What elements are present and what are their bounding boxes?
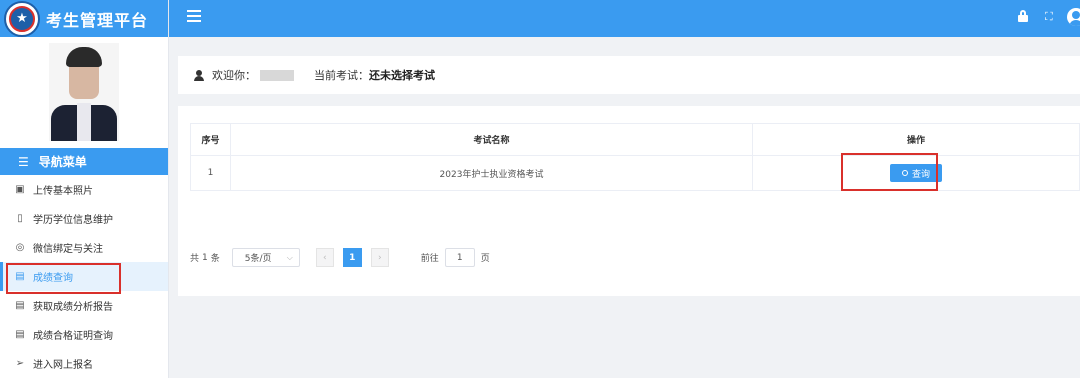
fullscreen-icon[interactable]: ⛶ (1045, 10, 1053, 24)
page-size-value: 5条/页 (244, 254, 272, 264)
sidebar-item-label: 获取成绩分析报告 (33, 302, 113, 313)
chevron-left-icon: ‹ (322, 252, 327, 263)
highlight-box-nav (6, 263, 121, 294)
row-no: 1 (190, 155, 231, 191)
total-count: 1 (202, 252, 208, 263)
current-exam-value: 还未选择考试 (369, 69, 435, 82)
column-header-no: 序号 (190, 123, 231, 156)
blurred-username (260, 69, 294, 81)
lock-icon[interactable] (1018, 10, 1028, 22)
image-icon: ▣ (15, 184, 25, 195)
nav-title-label: 导航菜单 (38, 155, 87, 169)
row-exam-name: 2023年护士执业资格考试 (230, 155, 753, 191)
user-icon[interactable] (1067, 8, 1080, 26)
list-icon: ☰ (18, 154, 29, 169)
sidebar-item-label: 上传基本照片 (33, 186, 93, 197)
sidebar: ★ 考生管理平台 ☰ 导航菜单 ▣ 上传基本照片 ▯ 学历学位信息维护 ◎ 微信… (0, 0, 169, 378)
page-number-current[interactable]: 1 (342, 248, 362, 267)
sidebar-item-label: 进入网上报名 (33, 360, 93, 371)
brand-bar: ★ 考生管理平台 (0, 0, 168, 37)
person-icon (194, 69, 204, 81)
total-suffix: 条 (210, 254, 220, 264)
photo-area (0, 37, 168, 147)
goto-page: 前往 页 (421, 248, 490, 267)
nav-title: ☰ 导航菜单 (0, 148, 168, 175)
table-row: 1 2023年护士执业资格考试 查询 (190, 155, 1080, 191)
sidebar-item-wechat[interactable]: ◎ 微信绑定与关注 (0, 233, 168, 262)
goto-label: 前往 (420, 254, 439, 264)
greeting-label: 欢迎你： (212, 69, 256, 82)
send-icon: ➢ (15, 358, 25, 369)
logo: ★ (4, 0, 40, 37)
page-suffix: 页 (480, 254, 490, 264)
table-header-row: 序号 考试名称 操作 (190, 123, 1080, 156)
current-exam-label: 当前考试： (314, 69, 369, 82)
sidebar-item-registration[interactable]: ➢ 进入网上报名 (0, 349, 168, 378)
sidebar-item-label: 成绩合格证明查询 (33, 331, 113, 342)
page-size-select[interactable]: 5条/页 ⌵ (231, 248, 300, 267)
book-icon: ▯ (17, 213, 23, 224)
chevron-down-icon: ⌵ (286, 252, 293, 262)
candidate-photo (49, 43, 119, 141)
star-icon: ★ (9, 5, 35, 32)
certificate-icon: ▤ (15, 329, 25, 340)
exam-table-card: 序号 考试名称 操作 1 2023年护士执业资格考试 查询 共 1 条 5条/页… (178, 106, 1080, 296)
report-icon: ▤ (15, 300, 25, 311)
welcome-card: 欢迎你： 当前考试： 还未选择考试 (178, 56, 1080, 94)
next-page-button[interactable]: › (370, 248, 389, 267)
highlight-box-query (841, 153, 938, 191)
sidebar-item-label: 微信绑定与关注 (33, 244, 103, 255)
total-prefix: 共 (190, 254, 200, 264)
sidebar-item-upload-photo[interactable]: ▣ 上传基本照片 (0, 175, 168, 204)
column-header-name: 考试名称 (230, 123, 753, 156)
pagination: 共 1 条 5条/页 ⌵ ‹ 1 › 前往 页 (190, 248, 490, 267)
sidebar-item-label: 学历学位信息维护 (33, 215, 113, 226)
exam-table: 序号 考试名称 操作 1 2023年护士执业资格考试 查询 (190, 123, 1080, 191)
sidebar-item-score-report[interactable]: ▤ 获取成绩分析报告 (0, 291, 168, 320)
goto-page-input[interactable] (444, 248, 475, 267)
sidebar-item-certificate[interactable]: ▤ 成绩合格证明查询 (0, 320, 168, 349)
column-header-action: 操作 (752, 123, 1080, 156)
menu-icon[interactable] (187, 10, 201, 25)
sidebar-item-education[interactable]: ▯ 学历学位信息维护 (0, 204, 168, 233)
top-header: ⛶ (169, 0, 1080, 37)
prev-page-button[interactable]: ‹ (315, 248, 334, 267)
wechat-icon: ◎ (15, 242, 25, 253)
app-title: 考生管理平台 (46, 10, 149, 30)
chevron-right-icon: › (377, 252, 382, 263)
